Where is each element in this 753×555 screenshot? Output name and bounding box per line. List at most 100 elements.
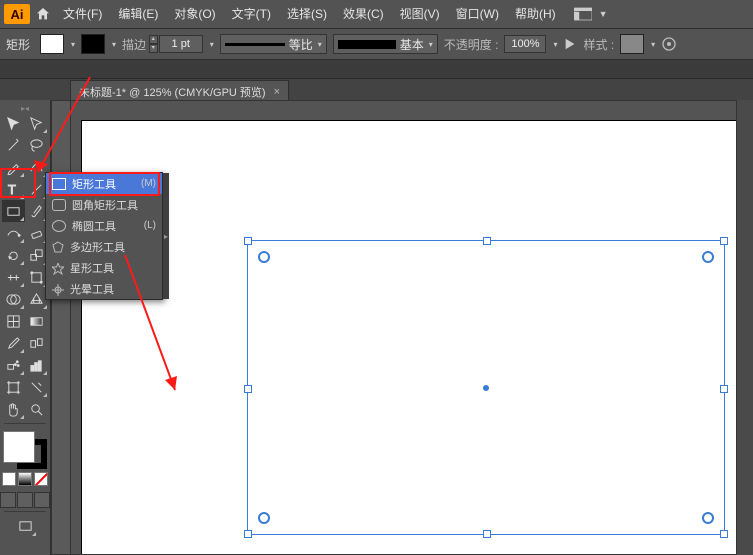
corner-widget-icon[interactable] [702, 251, 714, 263]
shape-builder-tool[interactable] [2, 288, 25, 310]
menu-window[interactable]: 窗口(W) [449, 0, 506, 28]
draw-inside-icon[interactable] [34, 492, 50, 508]
recolor-icon[interactable] [563, 37, 577, 51]
lasso-tool[interactable] [25, 134, 48, 156]
screen-mode-button[interactable] [14, 515, 37, 537]
stroke-swatch[interactable] [81, 34, 105, 54]
corner-widget-icon[interactable] [258, 251, 270, 263]
tearoff-handle-icon[interactable]: ▸ [162, 173, 169, 299]
screen-mode-switches[interactable] [0, 492, 50, 508]
resize-handle[interactable] [483, 530, 491, 538]
corner-widget-icon[interactable] [702, 512, 714, 524]
shaper-tool[interactable] [2, 222, 25, 244]
flyout-item-shortcut: (L) [144, 220, 156, 231]
menu-effect[interactable]: 效果(C) [336, 0, 391, 28]
flyout-item[interactable]: 椭圆工具(L) [46, 215, 162, 236]
flyout-item[interactable]: 多边形工具 [46, 236, 162, 257]
eyedropper-tool[interactable] [2, 332, 25, 354]
pen-tool[interactable] [2, 156, 25, 178]
opacity-field[interactable]: 100% [504, 35, 546, 53]
fill-color-box[interactable] [3, 431, 35, 463]
menu-view[interactable]: 视图(V) [393, 0, 447, 28]
chevron-down-icon[interactable]: ▾ [553, 40, 557, 49]
svg-text:T: T [8, 182, 16, 197]
workspace-switcher-icon[interactable] [571, 3, 595, 25]
color-mode-gradient[interactable] [18, 472, 32, 486]
menu-type[interactable]: 文字(T) [225, 0, 278, 28]
chevron-down-icon[interactable]: ▾ [210, 40, 214, 49]
gear-icon[interactable] [661, 36, 677, 52]
chevron-down-icon[interactable]: ▾ [71, 40, 75, 49]
graphic-style-swatch[interactable] [620, 34, 644, 54]
selected-shape[interactable] [247, 240, 725, 535]
rotate-tool[interactable] [2, 244, 25, 266]
hand-tool[interactable] [2, 398, 25, 420]
symbol-sprayer-tool[interactable] [2, 354, 25, 376]
slice-tool[interactable] [25, 376, 48, 398]
polygon-icon [52, 241, 64, 253]
type-tool[interactable]: T [2, 178, 25, 200]
flyout-item-label: 星形工具 [70, 260, 150, 276]
menu-help[interactable]: 帮助(H) [508, 0, 563, 28]
selection-context-label: 矩形 [6, 36, 30, 53]
home-icon[interactable] [32, 3, 54, 25]
flyout-item-label: 光晕工具 [70, 281, 150, 297]
resize-handle[interactable] [244, 237, 252, 245]
state-bar [0, 60, 753, 79]
flyout-item[interactable]: 光晕工具 [46, 278, 162, 299]
width-profile-select[interactable]: 等比▾ [220, 34, 327, 54]
color-mode-switches[interactable] [2, 472, 48, 486]
menu-object[interactable]: 对象(O) [167, 0, 222, 28]
opacity-label: 不透明度 : [444, 36, 499, 53]
flare-icon [52, 284, 64, 294]
blend-tool[interactable] [25, 332, 48, 354]
step-down-icon[interactable]: ▾ [149, 44, 158, 53]
direct-selection-tool[interactable] [25, 112, 48, 134]
resize-handle[interactable] [720, 237, 728, 245]
center-point-icon [483, 385, 489, 391]
flyout-item[interactable]: 星形工具 [46, 257, 162, 278]
zoom-tool[interactable] [25, 398, 48, 420]
chevron-down-icon[interactable]: ▼ [599, 9, 608, 19]
color-mode-solid[interactable] [2, 472, 16, 486]
stroke-weight-field[interactable]: ▴▾ 1 pt [159, 35, 203, 53]
stroke-weight-value: 1 pt [172, 38, 190, 50]
brush-definition-select[interactable]: 基本▾ [333, 34, 438, 54]
menu-edit[interactable]: 编辑(E) [111, 0, 165, 28]
rectangle-icon [52, 178, 66, 190]
draw-normal-icon[interactable] [0, 492, 16, 508]
resize-handle[interactable] [244, 530, 252, 538]
corner-widget-icon[interactable] [258, 512, 270, 524]
ruler-vertical [52, 101, 71, 554]
resize-handle[interactable] [720, 385, 728, 393]
fill-swatch[interactable] [40, 34, 64, 54]
ellipse-icon [52, 220, 66, 232]
column-graph-tool[interactable] [25, 354, 48, 376]
chevron-down-icon[interactable]: ▾ [112, 40, 116, 49]
resize-handle[interactable] [720, 530, 728, 538]
fill-stroke-indicator[interactable] [3, 431, 47, 469]
opacity-value: 100% [511, 38, 539, 50]
color-mode-none[interactable] [34, 472, 48, 486]
style-label: 样式 : [583, 36, 614, 53]
flyout-item[interactable]: 矩形工具(M) [46, 173, 162, 194]
magic-wand-tool[interactable] [2, 134, 25, 156]
rectangle-tool[interactable] [2, 200, 25, 222]
resize-handle[interactable] [244, 385, 252, 393]
brush-definition-label: 基本 [400, 36, 424, 53]
vertical-scrollbar[interactable] [736, 100, 753, 555]
flyout-item[interactable]: 圆角矩形工具 [46, 194, 162, 215]
resize-handle[interactable] [483, 237, 491, 245]
menu-file[interactable]: 文件(F) [56, 0, 109, 28]
step-up-icon[interactable]: ▴ [149, 35, 158, 44]
draw-behind-icon[interactable] [17, 492, 33, 508]
panel-grip-icon[interactable]: ▸◂ [5, 104, 45, 112]
artboard-tool[interactable] [2, 376, 25, 398]
menu-select[interactable]: 选择(S) [280, 0, 334, 28]
gradient-tool[interactable] [25, 310, 48, 332]
mesh-tool[interactable] [2, 310, 25, 332]
selection-tool[interactable] [2, 112, 25, 134]
width-tool[interactable] [2, 266, 25, 288]
close-icon[interactable]: × [274, 86, 280, 98]
chevron-down-icon[interactable]: ▾ [651, 40, 655, 49]
